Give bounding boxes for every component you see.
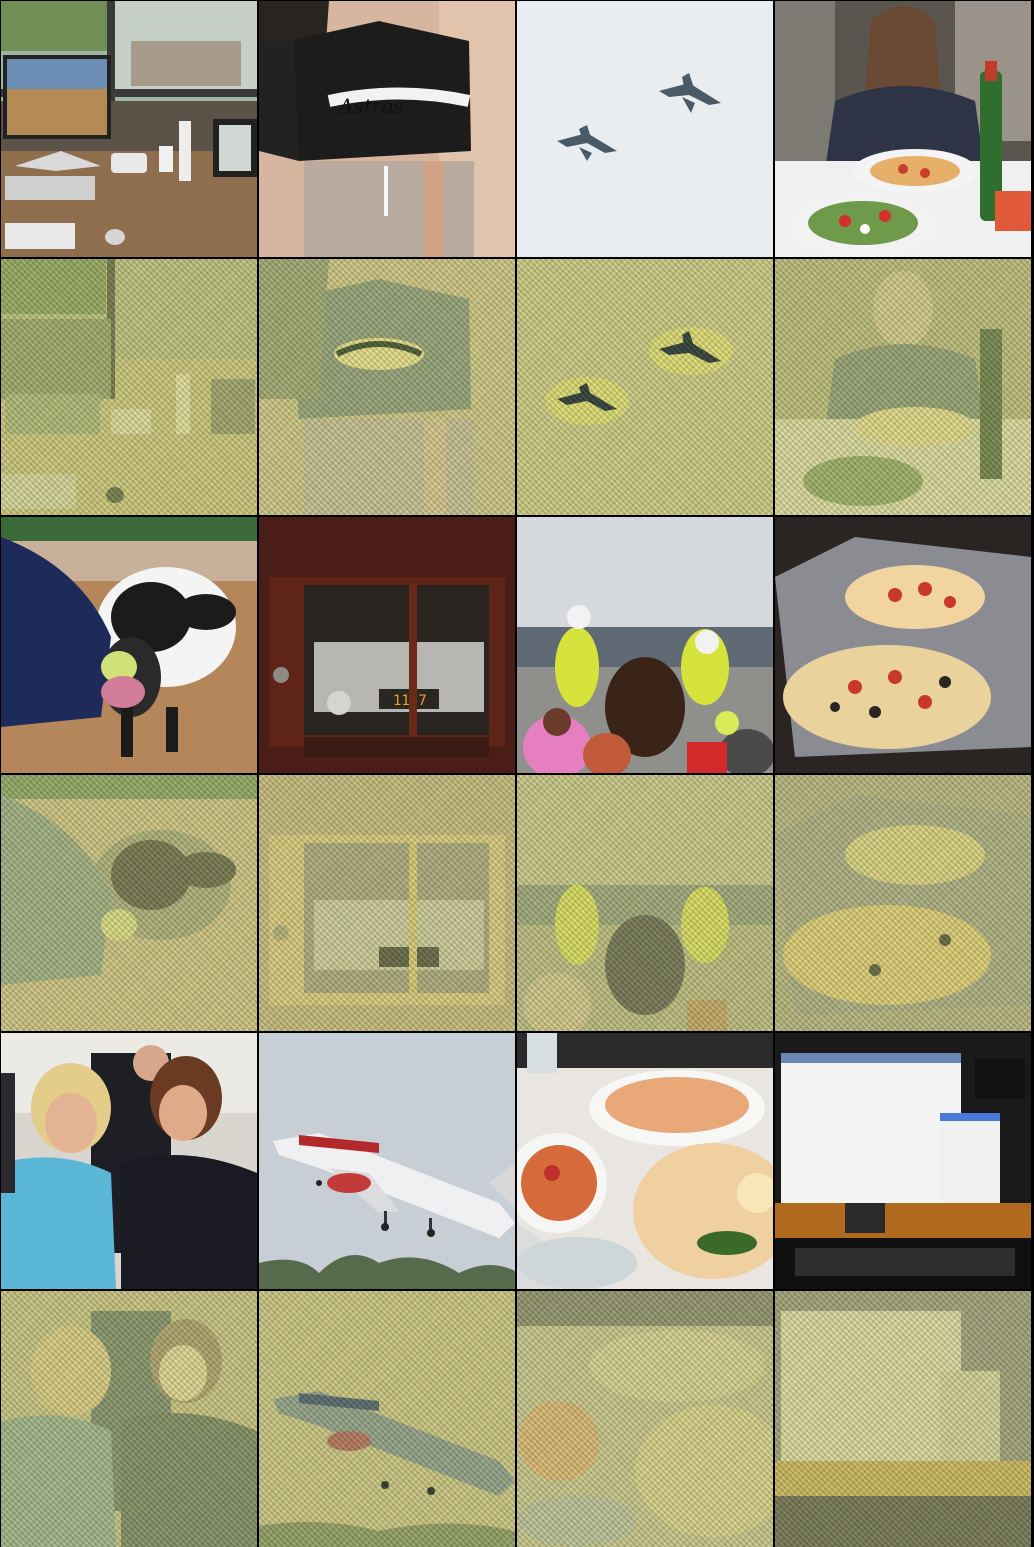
tile-cabinet-vcr-original: 1157	[259, 517, 515, 773]
tile-baseball-jersey-original: Astros	[259, 1, 515, 257]
tile-two-women-original	[1, 1033, 257, 1289]
tile-pizza-table-reconstruction	[517, 1291, 773, 1547]
tile-woman-dinner-original	[775, 1, 1031, 257]
image-grid: Astros	[0, 0, 1034, 1547]
tile-airliner-original	[259, 1033, 515, 1289]
tile-cabinet-vcr-reconstruction	[259, 775, 515, 1031]
tile-fighter-jets-reconstruction	[517, 259, 773, 515]
tile-pizza-foil-reconstruction	[775, 775, 1031, 1031]
tile-desk-computer-original	[1, 1, 257, 257]
jersey-text: Astros	[337, 94, 404, 118]
tile-baseball-jersey-reconstruction	[259, 259, 515, 515]
tile-computer-monitor-original	[775, 1033, 1031, 1289]
tile-airliner-reconstruction	[259, 1291, 515, 1547]
tile-cow-apple-reconstruction	[1, 775, 257, 1031]
tile-cow-apple-original	[1, 517, 257, 773]
tile-pizza-table-original	[517, 1033, 773, 1289]
tile-desk-computer-reconstruction	[1, 259, 257, 515]
tile-mounted-police-reconstruction	[517, 775, 773, 1031]
tile-fighter-jets-original	[517, 1, 773, 257]
tile-woman-dinner-reconstruction	[775, 259, 1031, 515]
tile-mounted-police-original	[517, 517, 773, 773]
tile-pizza-foil-original	[775, 517, 1031, 773]
tile-computer-monitor-reconstruction	[775, 1291, 1031, 1547]
tile-two-women-reconstruction	[1, 1291, 257, 1547]
